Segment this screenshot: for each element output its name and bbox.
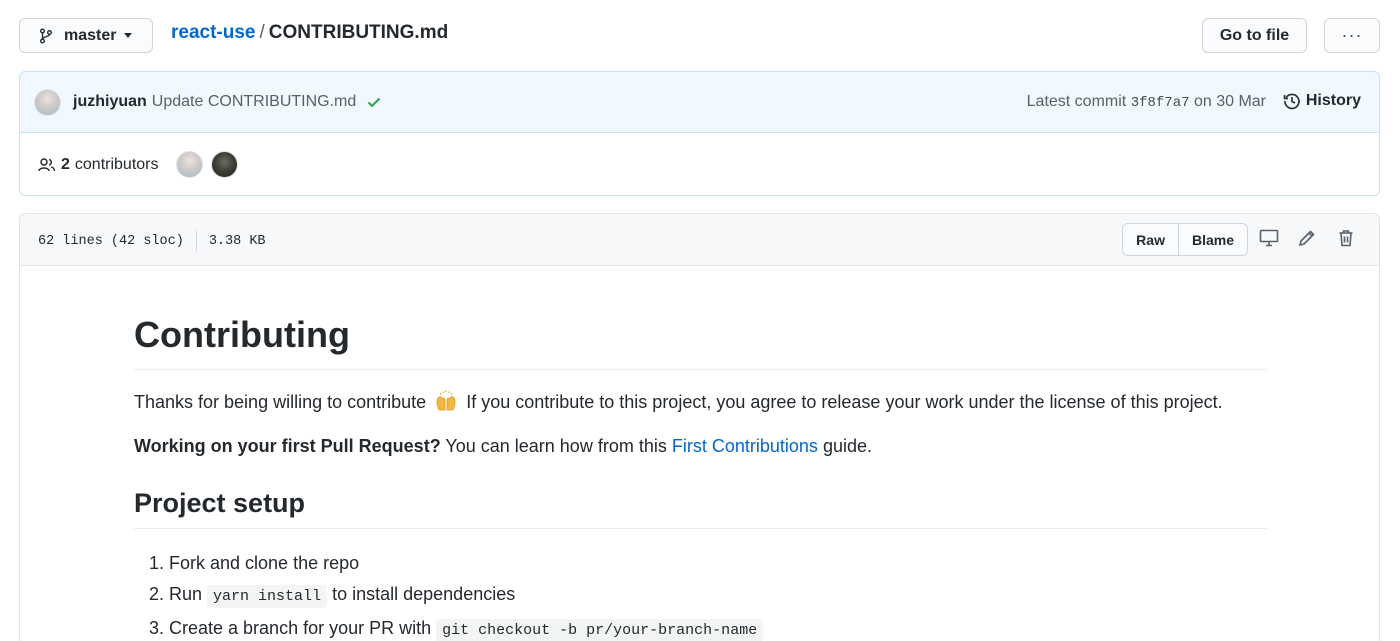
contributors-count[interactable]: 2 (61, 156, 70, 174)
intro-text-start: Thanks for being willing to contribute (134, 392, 427, 412)
people-icon (38, 157, 56, 173)
commit-author[interactable]: juzhiyuan (73, 93, 147, 111)
commit-date: on 30 Mar (1193, 93, 1266, 110)
intro-text-end: If you contribute to this project, you a… (466, 392, 1223, 412)
raw-blame-group: Raw Blame (1122, 223, 1248, 256)
file-size: 3.38 KB (208, 233, 266, 249)
file-lines: 62 lines (42 sloc) (38, 233, 184, 249)
step-text: Fork and clone the repo (169, 553, 360, 573)
branch-select-button[interactable]: master (19, 18, 153, 53)
inline-code: yarn install (207, 585, 328, 608)
file-name: CONTRIBUTING.md (268, 22, 449, 43)
contributor-avatars (175, 151, 238, 178)
commit-sha[interactable]: 3f8f7a7 (1131, 95, 1190, 111)
list-item: Fork and clone the repo (169, 549, 1267, 577)
first-contributions-link[interactable]: First Contributions (672, 436, 818, 456)
commit-message[interactable]: Update CONTRIBUTING.md (152, 93, 356, 111)
list-item: Create a branch for your PR with git che… (169, 614, 1267, 641)
more-options-button[interactable]: ··· (1324, 18, 1380, 53)
git-branch-icon (38, 28, 54, 44)
raised-hands-icon (435, 390, 457, 412)
history-label: History (1305, 92, 1361, 109)
divider (195, 231, 197, 251)
blame-button[interactable]: Blame (1177, 224, 1247, 255)
branch-label: master (64, 26, 117, 44)
first-pr-paragraph: Working on your first Pull Request? You … (134, 432, 1267, 460)
contributors-row: 2 contributors (20, 133, 1379, 195)
content-heading: Contributing (134, 313, 1267, 370)
first-pr-end: guide. (822, 436, 872, 456)
breadcrumb: react-use / CONTRIBUTING.md (171, 21, 448, 45)
breadcrumb-separator: / (259, 22, 265, 43)
markdown-body: Contributing Thanks for being willing to… (134, 266, 1267, 641)
chevron-down-icon (124, 33, 133, 38)
history-icon (1283, 92, 1301, 110)
commit-box: juzhiyuan Update CONTRIBUTING.md Latest … (19, 71, 1380, 196)
project-setup-heading: Project setup (134, 486, 1267, 529)
avatar[interactable] (175, 151, 203, 178)
avatar[interactable] (210, 151, 238, 178)
repo-link[interactable]: react-use (171, 22, 256, 43)
first-pr-text: You can learn how from this (445, 436, 667, 456)
setup-steps-list: Fork and clone the repo Run yarn install… (134, 549, 1267, 641)
file-info: 62 lines (42 sloc) 3.38 KB (38, 231, 266, 251)
latest-commit-row: juzhiyuan Update CONTRIBUTING.md Latest … (20, 72, 1379, 133)
step-text: Create a branch for your PR with (169, 618, 432, 638)
top-bar: master react-use / CONTRIBUTING.md Go to f… (19, 18, 1380, 54)
latest-commit-label: Latest commit (1026, 93, 1127, 110)
pencil-icon[interactable] (1298, 229, 1316, 247)
avatar[interactable] (34, 88, 61, 116)
trash-icon[interactable] (1338, 229, 1354, 247)
go-to-file-button[interactable]: Go to file (1202, 18, 1307, 53)
step-text-after: to install dependencies (332, 584, 516, 604)
inline-code: git checkout -b pr/your-branch-name (436, 619, 764, 641)
desktop-icon[interactable] (1259, 229, 1279, 247)
file-viewer: 62 lines (42 sloc) 3.38 KB Raw Blame Con… (19, 213, 1380, 641)
history-link[interactable]: History (1283, 92, 1361, 110)
contributors-label[interactable]: contributors (75, 156, 159, 174)
intro-paragraph: Thanks for being willing to contribute I… (134, 388, 1267, 416)
file-header: 62 lines (42 sloc) 3.38 KB Raw Blame (20, 214, 1379, 266)
step-text: Run (169, 584, 203, 604)
first-pr-strong: Working on your first Pull Request? (134, 436, 441, 456)
latest-commit-info: Latest commit 3f8f7a7 on 30 Mar (1027, 93, 1266, 111)
check-icon[interactable] (366, 94, 382, 110)
raw-button[interactable]: Raw (1123, 224, 1178, 255)
list-item: Run yarn install to install dependencies (169, 580, 1267, 611)
